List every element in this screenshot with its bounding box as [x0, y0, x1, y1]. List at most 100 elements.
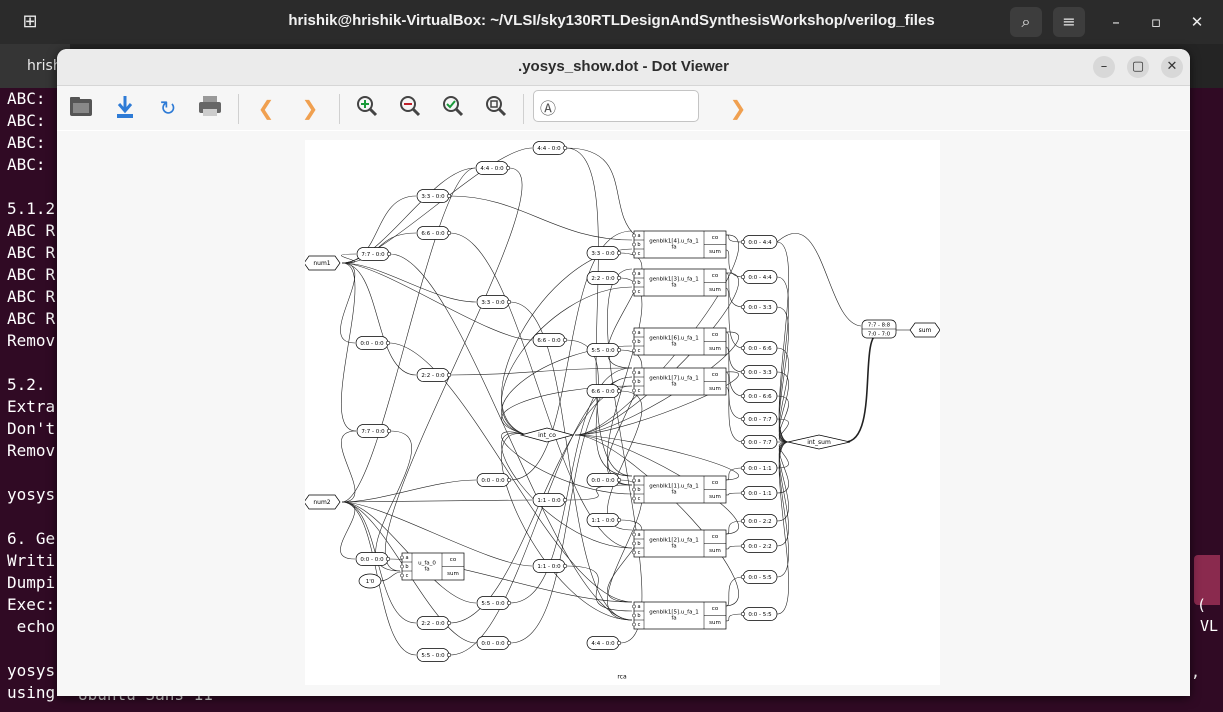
- signal-node[interactable]: 4:4 - 0:0: [475, 161, 511, 175]
- node-label: sum: [919, 327, 932, 334]
- full-adder-cell[interactable]: abccosumgenblk1[6].u_fa_1fa: [632, 327, 727, 356]
- wire: [341, 479, 477, 503]
- signal-node[interactable]: 4:4 - 0:0: [586, 636, 622, 650]
- port-label: a: [637, 370, 640, 376]
- signal-node[interactable]: 5:5 - 0:0: [416, 648, 452, 662]
- wire-node-int-sum[interactable]: int_sum: [787, 434, 851, 450]
- port-label: co: [712, 606, 719, 612]
- output-node[interactable]: 0:0 - 4:4: [740, 235, 778, 249]
- maximize-icon[interactable]: ▫: [1144, 10, 1168, 34]
- graph-svg[interactable]: 4:4 - 0:0 4:4 - 0:0 3:3 - 0:0 6:6 - 0:0 7:7 …: [305, 140, 940, 685]
- signal-node[interactable]: 1:1 - 0:0: [586, 513, 622, 527]
- output-node[interactable]: 0:0 - 6:6: [740, 341, 778, 355]
- minimize-icon[interactable]: –: [1093, 56, 1115, 78]
- zoom-100-icon[interactable]: [481, 94, 511, 122]
- full-adder-cell[interactable]: abccosumgenblk1[3].u_fa_1fa: [632, 268, 727, 297]
- output-node[interactable]: 0:0 - 3:3: [740, 365, 778, 379]
- signal-node[interactable]: 6:6 - 0:0: [586, 384, 622, 398]
- output-node[interactable]: 0:0 - 2:2: [740, 514, 778, 528]
- zoom-in-icon[interactable]: [352, 94, 382, 122]
- signal-node[interactable]: 7:7 - 0:0: [356, 424, 392, 438]
- port-label: sum: [709, 494, 721, 500]
- signal-node[interactable]: 0:0 - 0:0: [355, 336, 391, 350]
- output-node[interactable]: 0:0 - 6:6: [740, 389, 778, 403]
- signal-node[interactable]: 3:3 - 0:0: [476, 295, 512, 309]
- signal-node[interactable]: 1:1 - 0:0: [532, 493, 568, 507]
- output-node[interactable]: 0:0 - 3:3: [740, 300, 778, 314]
- constant-node[interactable]: 1'0: [358, 573, 382, 589]
- wire-node-int-co[interactable]: int_co: [519, 427, 575, 443]
- close-icon[interactable]: ✕: [1161, 56, 1183, 78]
- port-label: a: [637, 532, 640, 538]
- terminal-line: ABC:: [7, 111, 46, 130]
- signal-node[interactable]: 2:2 - 0:0: [416, 616, 452, 630]
- signal-node[interactable]: 4:4 - 0:0: [532, 141, 568, 155]
- node-label: 6:6 - 0:0: [537, 338, 561, 344]
- node-label: 5:5 - 0:0: [421, 653, 445, 659]
- output-node[interactable]: 0:0 - 1:1: [740, 461, 778, 475]
- terminal-line: Remov: [7, 331, 56, 350]
- back-icon[interactable]: ❮: [251, 94, 281, 122]
- menu-icon[interactable]: ≡: [1053, 7, 1085, 37]
- signal-node[interactable]: 2:2 - 0:0: [586, 271, 622, 285]
- output-node[interactable]: 0:0 - 7:7: [740, 412, 778, 426]
- output-label: 0:0 - 4:4: [748, 275, 772, 281]
- signal-node[interactable]: 0:0 - 0:0: [476, 473, 512, 487]
- node-label: 4:4 - 0:0: [537, 146, 561, 152]
- maximize-icon[interactable]: ▢: [1127, 56, 1149, 78]
- terminal-fragment: (: [1197, 596, 1207, 614]
- wire: [725, 234, 744, 243]
- input-port-num2[interactable]: num2: [305, 494, 341, 510]
- signal-node[interactable]: 7:7 - 0:0: [356, 247, 392, 261]
- full-adder-cell[interactable]: abccosumu_fa_0fa: [400, 552, 465, 581]
- port-label: a: [637, 271, 640, 277]
- signal-node[interactable]: 3:3 - 0:0: [586, 246, 622, 260]
- forward-icon[interactable]: ❯: [295, 94, 325, 122]
- signal-node[interactable]: 6:6 - 0:0: [416, 226, 452, 240]
- open-file-icon[interactable]: [66, 94, 96, 122]
- minimize-icon[interactable]: –: [1104, 10, 1128, 34]
- signal-node[interactable]: 5:5 - 0:0: [476, 596, 512, 610]
- output-node[interactable]: 0:0 - 5:5: [740, 607, 778, 621]
- signal-node[interactable]: 3:3 - 0:0: [416, 189, 452, 203]
- signal-node[interactable]: 0:0 - 0:0: [355, 552, 391, 566]
- find-next-icon[interactable]: ❯: [723, 94, 753, 122]
- full-adder-cell[interactable]: abccosumgenblk1[7].u_fa_1fa: [632, 367, 727, 396]
- terminal-titlebar: ⊞ hrishik@hrishik-VirtualBox: ~/VLSI/sky…: [0, 0, 1223, 44]
- output-node[interactable]: 0:0 - 7:7: [740, 435, 778, 449]
- output-node[interactable]: 0:0 - 1:1: [740, 486, 778, 500]
- full-adder-cell[interactable]: abccosumgenblk1[2].u_fa_1fa: [632, 529, 727, 558]
- full-adder-cell[interactable]: abccosumgenblk1[1].u_fa_1fa: [632, 475, 727, 504]
- cell-type: fa: [671, 283, 676, 289]
- signal-node[interactable]: 1:1 - 0:0: [532, 559, 568, 573]
- wire: [565, 147, 637, 237]
- zoom-out-icon[interactable]: [395, 94, 425, 122]
- save-icon[interactable]: [110, 94, 140, 122]
- input-port-num1[interactable]: num1: [305, 255, 341, 271]
- output-node[interactable]: 0:0 - 5:5: [740, 570, 778, 584]
- output-port-sum[interactable]: sum: [909, 322, 940, 338]
- reload-icon[interactable]: ↻: [153, 94, 183, 122]
- terminal-fragment: VL: [1200, 617, 1219, 635]
- print-icon[interactable]: [195, 94, 225, 122]
- concat-node[interactable]: 7:7 - 8:8 7:0 - 7:0: [861, 319, 897, 339]
- zoom-fit-icon[interactable]: [438, 94, 468, 122]
- signal-node[interactable]: 0:0 - 0:0: [476, 636, 512, 650]
- node-label: num1: [313, 260, 330, 267]
- search-icon[interactable]: ⌕: [1010, 7, 1042, 37]
- signal-node[interactable]: 0:0 - 0:0: [586, 473, 622, 487]
- output-node[interactable]: 0:0 - 4:4: [740, 270, 778, 284]
- signal-node[interactable]: 5:5 - 0:0: [586, 343, 622, 357]
- output-node[interactable]: 0:0 - 2:2: [740, 539, 778, 553]
- node-label: 6:6 - 0:0: [421, 231, 445, 237]
- full-adder-cell[interactable]: abccosumgenblk1[5].u_fa_1fa: [632, 601, 727, 630]
- search-input[interactable]: Ⓐ: [533, 90, 699, 122]
- full-adder-cell[interactable]: abccosumgenblk1[4].u_fa_1fa: [632, 230, 727, 259]
- graph-canvas[interactable]: 4:4 - 0:0 4:4 - 0:0 3:3 - 0:0 6:6 - 0:0 7:7 …: [57, 131, 1190, 696]
- node-label: 0:0 - 0:0: [481, 478, 505, 484]
- node-label: 6:6 - 0:0: [591, 389, 615, 395]
- signal-node[interactable]: 2:2 - 0:0: [416, 368, 452, 382]
- signal-node[interactable]: 6:6 - 0:0: [532, 333, 568, 347]
- wire: [844, 333, 879, 443]
- close-icon[interactable]: ✕: [1185, 10, 1209, 34]
